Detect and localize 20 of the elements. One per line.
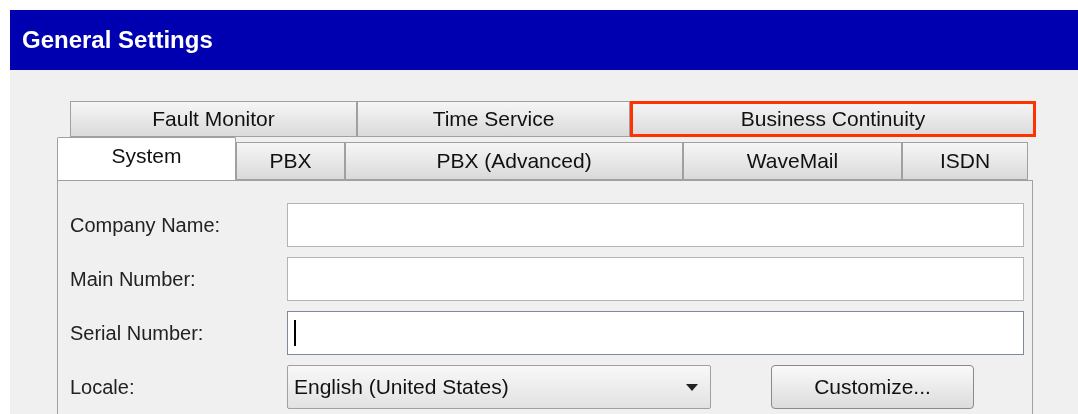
text-cursor <box>293 320 296 346</box>
locale-dropdown[interactable]: English (United States) <box>287 365 711 409</box>
input-field[interactable] <box>286 203 1024 247</box>
tab[interactable]: System <box>57 137 236 180</box>
tab[interactable]: ISDN <box>902 142 1028 180</box>
tab[interactable]: Time Service <box>357 101 630 137</box>
field-label: Company Name: <box>70 213 222 238</box>
tab[interactable]: PBX <box>236 142 345 180</box>
tab[interactable]: WaveMail <box>683 142 902 180</box>
window-title: General Settings <box>22 25 213 55</box>
field-label: Locale: <box>70 375 136 400</box>
tab[interactable]: Fault Monitor <box>70 101 357 137</box>
input-field[interactable] <box>286 311 1024 355</box>
tab[interactable]: PBX (Advanced) <box>345 142 683 180</box>
field-label: Serial Number: <box>70 321 205 346</box>
tab[interactable]: Business Continuity <box>630 101 1036 137</box>
input-field[interactable] <box>286 257 1024 301</box>
dropdown-arrow-icon <box>686 383 698 391</box>
customize-button[interactable]: Customize... <box>771 365 974 409</box>
field-label: Main Number: <box>70 267 197 292</box>
